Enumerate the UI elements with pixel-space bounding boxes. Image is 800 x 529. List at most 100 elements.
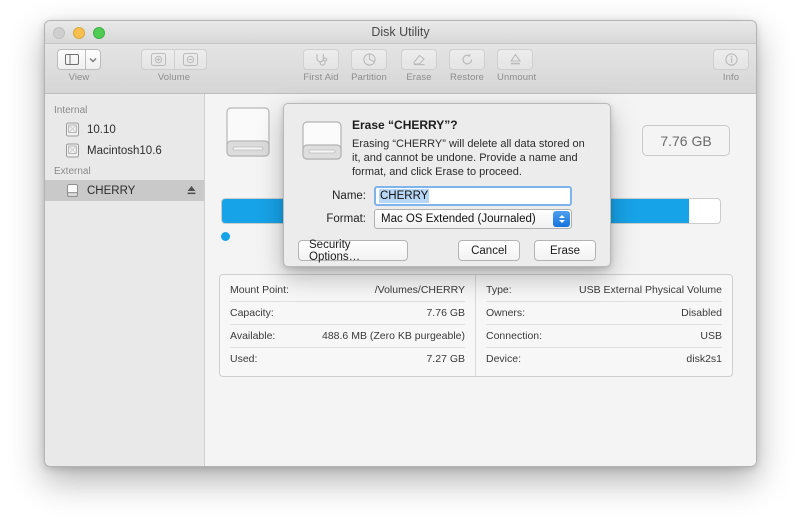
volume-info-right-column: Type: USB External Physical Volume Owner… — [476, 275, 732, 376]
security-options-button[interactable]: Security Options… — [298, 239, 408, 263]
first-aid-button[interactable] — [303, 49, 339, 70]
erase-confirm-button[interactable]: Erase — [534, 240, 596, 261]
usage-legend — [221, 232, 235, 241]
info-row: Type: USB External Physical Volume — [486, 279, 722, 302]
volume-info-panel: Mount Point: /Volumes/CHERRY Capacity: 7… — [219, 274, 733, 377]
volume-add-icon — [150, 53, 166, 66]
toolbar-partition-label: Partition — [351, 72, 387, 83]
info-key: Owners: — [486, 307, 526, 319]
toolbar-volume-label: Volume — [157, 72, 191, 83]
toolbar-partition-group: Partition — [351, 49, 387, 83]
add-volume-button[interactable] — [141, 49, 174, 70]
traffic-lights — [53, 27, 105, 39]
format-field-row: Format: Mac OS Extended (Journaled) — [284, 209, 610, 229]
external-drive-icon — [67, 184, 78, 198]
name-field-label: Name: — [332, 190, 366, 202]
maximize-window-button[interactable] — [93, 27, 105, 39]
dialog-header: Erase “CHERRY”? Erasing “CHERRY” will de… — [352, 118, 596, 179]
info-key: Type: — [486, 284, 512, 296]
info-value: USB External Physical Volume — [579, 284, 722, 296]
toolbar-view-label: View — [68, 72, 90, 83]
external-drive-icon — [226, 107, 270, 157]
partition-button[interactable] — [351, 49, 387, 70]
info-key: Connection: — [486, 330, 543, 342]
info-value: 488.6 MB (Zero KB purgeable) — [322, 330, 465, 342]
sidebar: Internal 10.10 Macintosh10.6 External CH… — [45, 94, 205, 466]
dialog-button-row: Security Options… Cancel Erase — [298, 239, 596, 263]
sidebar-item-label: CHERRY — [87, 184, 136, 197]
sidebar-section-external-header: External — [54, 166, 91, 177]
chevron-down-icon — [558, 220, 565, 223]
info-row: Connection: USB — [486, 325, 722, 348]
info-value: USB — [700, 330, 722, 342]
info-row: Used: 7.27 GB — [230, 348, 465, 370]
sidebar-item-label: Macintosh10.6 — [87, 144, 162, 157]
info-value: Disabled — [681, 307, 722, 319]
cancel-button[interactable]: Cancel — [458, 240, 520, 261]
info-key: Mount Point: — [230, 284, 289, 296]
sidebar-item-macintosh10-6[interactable]: Macintosh10.6 — [45, 140, 204, 161]
volume-remove-icon — [183, 53, 198, 66]
external-drive-icon — [302, 121, 342, 160]
toolbar-erase-group: Erase — [401, 49, 437, 83]
info-key: Used: — [230, 353, 258, 365]
toolbar-view-group: View — [57, 49, 101, 83]
format-select-value: Mac OS Extended (Journaled) — [381, 213, 536, 225]
info-circle-icon — [724, 53, 738, 66]
info-row: Owners: Disabled — [486, 302, 722, 325]
capacity-badge-value: 7.76 GB — [660, 132, 712, 149]
volume-info-left-column: Mount Point: /Volumes/CHERRY Capacity: 7… — [220, 275, 476, 376]
toolbar: View Volume First Aid Partition Erase Re… — [45, 44, 756, 94]
chevron-down-icon — [89, 57, 97, 62]
name-field-row: Name: CHERRY — [284, 186, 610, 206]
dialog-message: Erasing “CHERRY” will delete all data st… — [352, 138, 585, 178]
info-value: 7.76 GB — [426, 307, 465, 319]
sidebar-toggle-button[interactable] — [57, 49, 85, 70]
info-row: Capacity: 7.76 GB — [230, 302, 465, 325]
toolbar-info-group: Info — [713, 49, 749, 83]
partition-pie-icon — [362, 53, 376, 66]
info-value: /Volumes/CHERRY — [374, 284, 465, 296]
toolbar-erase-label: Erase — [406, 72, 432, 83]
info-key: Available: — [230, 330, 276, 342]
info-row: Mount Point: /Volumes/CHERRY — [230, 279, 465, 302]
toolbar-first-aid-group: First Aid — [303, 49, 339, 83]
sidebar-item-label: 10.10 — [87, 123, 116, 136]
erase-icon — [413, 54, 425, 66]
legend-color-swatch — [221, 232, 230, 241]
name-input-value: CHERRY — [379, 189, 430, 203]
close-window-button[interactable] — [53, 27, 65, 39]
stethoscope-icon — [316, 54, 328, 66]
toolbar-unmount-group: Unmount — [497, 49, 536, 83]
format-field-label: Format: — [326, 213, 366, 225]
view-options-button[interactable] — [85, 49, 101, 70]
sidebar-item-10-10[interactable]: 10.10 — [45, 119, 204, 140]
info-key: Device: — [486, 353, 522, 365]
info-row: Device: disk2s1 — [486, 348, 722, 370]
toolbar-restore-label: Restore — [450, 72, 484, 83]
remove-volume-button[interactable] — [174, 49, 207, 70]
name-input[interactable]: CHERRY — [374, 186, 572, 206]
sidebar-item-cherry[interactable]: CHERRY — [45, 180, 204, 201]
format-select[interactable]: Mac OS Extended (Journaled) — [374, 209, 572, 229]
toolbar-volume-group: Volume — [141, 49, 207, 83]
toolbar-unmount-label: Unmount — [497, 72, 537, 83]
sidebar-section-internal-header: Internal — [54, 105, 88, 116]
chevron-up-icon — [558, 215, 565, 218]
info-key: Capacity: — [230, 307, 274, 319]
info-button[interactable] — [713, 49, 749, 70]
eject-icon[interactable] — [187, 185, 196, 196]
erase-button[interactable] — [401, 49, 437, 70]
restore-button[interactable] — [449, 49, 485, 70]
internal-disk-icon — [66, 122, 79, 137]
toolbar-info-label: Info — [722, 72, 740, 83]
unmount-button[interactable] — [497, 49, 533, 70]
toolbar-first-aid-label: First Aid — [303, 72, 339, 83]
sidebar-icon — [64, 54, 79, 65]
info-value: disk2s1 — [686, 353, 722, 365]
info-value: 7.27 GB — [426, 353, 465, 365]
minimize-window-button[interactable] — [73, 27, 85, 39]
chevron-up-down-icon[interactable] — [553, 211, 570, 227]
window-title: Disk Utility — [371, 25, 430, 39]
internal-disk-icon — [66, 143, 79, 158]
